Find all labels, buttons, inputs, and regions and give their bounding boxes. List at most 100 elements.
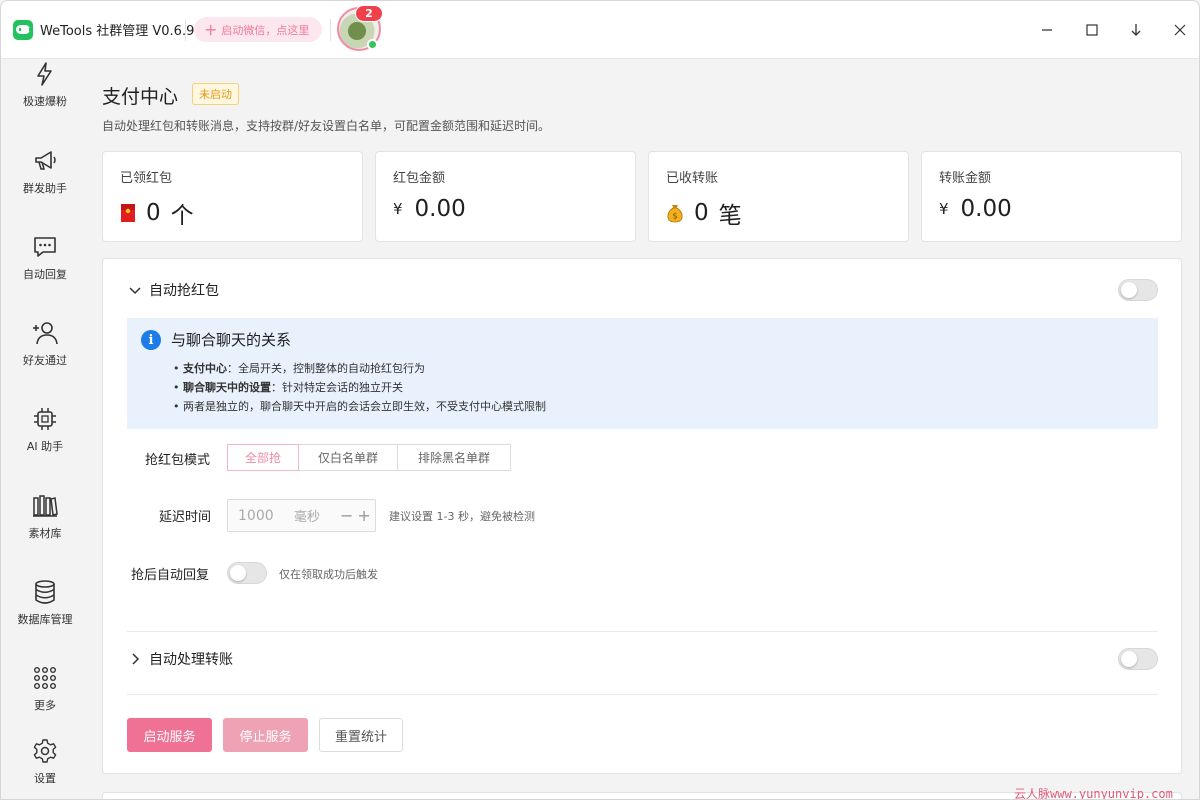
watermark: 云人脉www.yunyunvip.com xyxy=(1014,787,1173,800)
sidebar-item-ai-assistant[interactable]: AI 助手 xyxy=(1,406,89,476)
divider xyxy=(185,19,186,41)
info-line-text: 两者是独立的，聊合聊天中开启的会话会立即生效，不受支付中心模式限制 xyxy=(183,400,546,413)
sidebar-item-database[interactable]: 数据库管理 xyxy=(1,579,89,649)
title-bar: WeTools 社群管理 V0.6.9 + 启动微信，点这里 2 xyxy=(1,1,1199,59)
sidebar-item-auto-reply[interactable]: 自动回复 xyxy=(1,234,89,304)
lightning-icon xyxy=(37,62,52,86)
info-title: 与聊合聊天的关系 xyxy=(171,331,292,349)
minimize-icon xyxy=(1042,29,1052,31)
library-icon xyxy=(33,495,58,517)
sidebar: 极速爆粉 群发助手 自动回复 好友通过 AI 助手 素材库 数据库管理 更多 设… xyxy=(1,59,89,799)
sidebar-item-label: 好友通过 xyxy=(23,354,67,367)
sidebar-item-friend-approve[interactable]: 好友通过 xyxy=(1,320,89,390)
stat-value: 0.00 xyxy=(960,196,1012,222)
section-header-transfer[interactable]: 自动处理转账 xyxy=(127,639,1159,679)
page-description: 自动处理红包和转账消息，支持按群/好友设置白名单，可配置金额范围和延迟时间。 xyxy=(102,119,551,133)
stat-card-red-packet-amount: 红包金额 ¥ 0.00 xyxy=(375,151,636,242)
database-icon xyxy=(35,580,55,604)
mode-option-whitelist[interactable]: 仅白名单群 xyxy=(298,444,398,471)
sidebar-item-settings[interactable]: 设置 xyxy=(1,738,89,799)
chevron-right-icon xyxy=(132,653,140,665)
stat-value: 0.00 xyxy=(414,196,466,222)
sidebar-item-label: AI 助手 xyxy=(26,440,64,453)
auto-reply-toggle[interactable] xyxy=(227,562,267,584)
currency-symbol: ¥ xyxy=(393,200,403,218)
red-packet-toggle[interactable] xyxy=(1118,279,1158,301)
chip-icon xyxy=(34,408,56,430)
divider xyxy=(127,631,1158,632)
grid-icon xyxy=(34,667,57,690)
info-line-text: ：全局开关，控制整体的自动抢红包行为 xyxy=(227,362,425,375)
info-line: • 聊合聊天中的设置：针对特定会话的独立开关 xyxy=(173,381,403,394)
delay-label: 延迟时间 xyxy=(159,510,212,525)
sidebar-item-label: 数据库管理 xyxy=(17,613,73,626)
plus-icon: + xyxy=(204,19,218,39)
info-line-text: ：针对特定会话的独立开关 xyxy=(271,381,403,394)
stat-value: 0 xyxy=(694,200,709,226)
sidebar-item-label: 群发助手 xyxy=(23,182,67,195)
svg-text:$: $ xyxy=(672,212,677,221)
stop-service-button[interactable]: 停止服务 xyxy=(223,718,308,752)
info-line: • 两者是独立的，聊合聊天中开启的会话会立即生效，不受支付中心模式限制 xyxy=(173,400,546,413)
stat-label: 已收转账 xyxy=(666,171,719,186)
account-avatar-button[interactable]: 2 xyxy=(337,5,383,51)
main-content: 支付中心 未启动 自动处理红包和转账消息，支持按群/好友设置白名单，可配置金额范… xyxy=(89,59,1199,799)
stat-value: 0 xyxy=(146,200,161,226)
decrement-button[interactable]: − xyxy=(340,506,353,525)
maximize-button[interactable] xyxy=(1077,15,1107,45)
info-box: i 与聊合聊天的关系 • 支付中心：全局开关，控制整体的自动抢红包行为 • 聊合… xyxy=(127,318,1158,429)
increment-button[interactable]: + xyxy=(357,506,370,525)
settings-panel: 自动抢红包 i 与聊合聊天的关系 • 支付中心：全局开关，控制整体的自动抢红包行… xyxy=(102,258,1182,774)
section-title: 自动抢红包 xyxy=(149,283,219,299)
chevron-down-icon xyxy=(129,287,141,295)
info-line: • 支付中心：全局开关，控制整体的自动抢红包行为 xyxy=(173,362,425,375)
launch-wechat-label: 启动微信，点这里 xyxy=(221,23,310,37)
app-window: WeTools 社群管理 V0.6.9 + 启动微信，点这里 2 极速爆粉 群发… xyxy=(0,0,1200,800)
stat-unit: 个 xyxy=(170,203,194,229)
sidebar-item-broadcast[interactable]: 群发助手 xyxy=(1,148,89,218)
mode-option-all[interactable]: 全部抢 xyxy=(227,444,299,471)
launch-wechat-button[interactable]: + 启动微信，点这里 xyxy=(194,17,322,42)
close-icon xyxy=(1174,24,1186,36)
sidebar-item-label: 设置 xyxy=(34,772,56,785)
close-button[interactable] xyxy=(1165,15,1195,45)
stat-label: 已领红包 xyxy=(120,171,173,186)
reset-stats-button[interactable]: 重置统计 xyxy=(319,718,403,752)
minimize-button[interactable] xyxy=(1032,15,1062,45)
online-status-dot xyxy=(367,39,378,50)
maximize-icon xyxy=(1086,24,1098,36)
delay-input[interactable]: 1000 毫秒 − + xyxy=(227,499,376,532)
sidebar-item-more[interactable]: 更多 xyxy=(1,665,89,735)
mode-label: 抢红包模式 xyxy=(145,453,211,468)
page-title: 支付中心 xyxy=(102,86,179,108)
sidebar-item-label: 更多 xyxy=(34,699,56,712)
pin-down-button[interactable] xyxy=(1121,15,1151,45)
delay-hint: 建议设置 1-3 秒，避免被检测 xyxy=(389,510,535,523)
currency-symbol: ¥ xyxy=(939,200,949,218)
sidebar-item-boost-fans[interactable]: 极速爆粉 xyxy=(1,61,89,131)
start-service-button[interactable]: 启动服务 xyxy=(127,718,212,752)
arrow-down-icon xyxy=(1131,24,1141,36)
mode-option-blacklist[interactable]: 排除黑名单群 xyxy=(397,444,511,471)
info-icon: i xyxy=(141,330,161,350)
sidebar-item-library[interactable]: 素材库 xyxy=(1,493,89,563)
transfer-toggle[interactable] xyxy=(1118,648,1158,670)
gear-icon xyxy=(33,739,57,763)
info-line-bold: 支付中心 xyxy=(183,362,227,375)
section-title: 自动处理转账 xyxy=(149,652,233,668)
notification-badge: 2 xyxy=(355,5,383,22)
divider xyxy=(330,19,331,41)
status-badge: 未启动 xyxy=(192,83,239,105)
auto-reply-hint: 仅在领取成功后触发 xyxy=(279,568,378,581)
section-header-red-packet[interactable]: 自动抢红包 xyxy=(127,270,1159,310)
add-user-icon xyxy=(33,322,58,345)
stat-card-transfers: 已收转账 $ 0 笔 xyxy=(648,151,909,242)
money-bag-icon: $ xyxy=(667,205,683,223)
sidebar-item-label: 素材库 xyxy=(28,527,62,540)
stat-unit: 笔 xyxy=(718,203,742,229)
auto-reply-label: 抢后自动回复 xyxy=(131,568,210,583)
mode-segmented-control: 全部抢 仅白名单群 排除黑名单群 xyxy=(227,444,511,471)
info-line-bold: 聊合聊天中的设置 xyxy=(183,381,271,394)
app-logo-icon xyxy=(13,20,33,40)
megaphone-icon xyxy=(35,151,56,170)
